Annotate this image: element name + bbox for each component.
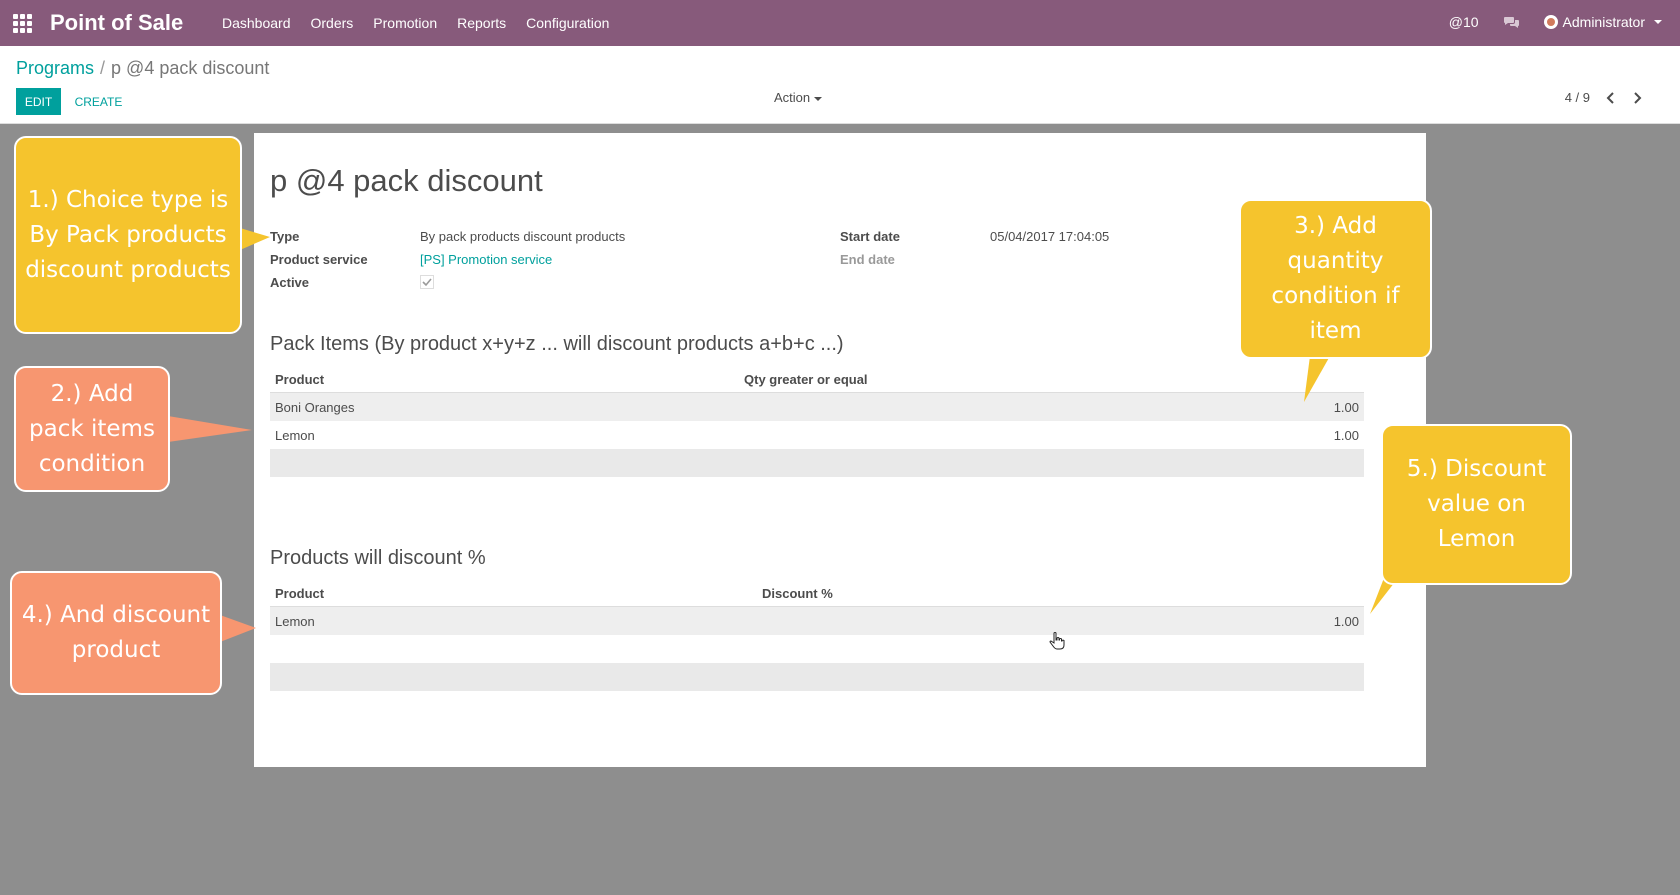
discount-products-table: Product Discount % Lemon 1.00 — [270, 579, 1364, 691]
callout-3-tail — [1304, 356, 1330, 402]
column-discount[interactable]: Discount % — [762, 586, 833, 601]
table-row[interactable]: Boni Oranges 1.00 — [270, 393, 1364, 421]
action-dropdown[interactable]: Action — [774, 90, 823, 105]
callout-2: 2.) Add pack items condition — [14, 366, 170, 492]
user-name: Administrator — [1562, 14, 1645, 30]
type-value[interactable]: By pack products discount products — [420, 229, 625, 244]
breadcrumb-programs-link[interactable]: Programs — [16, 58, 94, 78]
table-header: Product Discount % — [270, 579, 1364, 607]
systray: @10 Administrator — [1449, 14, 1662, 30]
callout-5: 5.) Discount value on Lemon — [1381, 424, 1572, 585]
start-date-value[interactable]: 05/04/2017 17:04:05 — [990, 229, 1109, 244]
top-navbar: Point of Sale Dashboard Orders Promotion… — [0, 0, 1680, 46]
callout-2-tail — [168, 416, 252, 442]
breadcrumb-current: p @4 pack discount — [111, 58, 270, 78]
product-service-link[interactable]: [PS] Promotion service — [420, 252, 552, 267]
menu-item-orders[interactable]: Orders — [311, 15, 354, 31]
end-date-label: End date — [840, 252, 895, 267]
product-service-label: Product service — [270, 252, 368, 267]
action-dropdown-label: Action — [774, 90, 811, 105]
mentions-counter[interactable]: @10 — [1449, 14, 1479, 30]
row-qty: 1.00 — [1333, 428, 1359, 443]
main-menu: Dashboard Orders Promotion Reports Confi… — [222, 15, 609, 31]
row-qty: 1.00 — [1333, 400, 1359, 415]
avatar — [1543, 15, 1558, 29]
column-product[interactable]: Product — [275, 372, 324, 387]
control-panel: Programs / p @4 pack discount EDIT CREATE … — [0, 46, 1680, 124]
pager-value: 4 / 9 — [1564, 90, 1590, 105]
chevron-down-icon — [814, 96, 823, 101]
edit-button[interactable]: EDIT — [16, 88, 61, 115]
table-row[interactable]: Lemon 1.00 — [270, 421, 1364, 449]
pack-items-table: Product Qty greater or equal Boni Orange… — [270, 365, 1364, 477]
chevron-down-icon — [1654, 20, 1662, 24]
app-brand: Point of Sale — [50, 10, 184, 35]
callout-1: 1.) Choice type is By Pack products disc… — [14, 136, 242, 334]
column-qty[interactable]: Qty greater or equal — [744, 372, 868, 387]
start-date-label: Start date — [840, 229, 900, 244]
apps-grid-icon[interactable] — [13, 14, 32, 33]
active-checkbox[interactable] — [420, 275, 434, 289]
row-discount: 1.00 — [1333, 614, 1359, 629]
callout-4-tail — [220, 615, 256, 642]
active-label: Active — [270, 275, 310, 290]
create-button[interactable]: CREATE — [71, 88, 126, 115]
column-product[interactable]: Product — [275, 586, 324, 601]
row-product: Boni Oranges — [275, 400, 355, 415]
record-title: p @4 pack discount — [270, 163, 543, 198]
table-row-blank — [270, 635, 1364, 663]
callout-1-tail — [240, 228, 270, 250]
chevron-left-icon[interactable] — [1606, 91, 1616, 104]
chat-icon[interactable] — [1503, 16, 1520, 29]
discount-products-title: Products will discount % — [270, 547, 486, 569]
menu-item-reports[interactable]: Reports — [457, 15, 506, 31]
type-label: Type — [270, 229, 300, 244]
callout-3: 3.) Add quantity condition if item — [1239, 199, 1432, 359]
hand-cursor-icon — [1049, 632, 1065, 650]
row-product: Lemon — [275, 614, 315, 629]
breadcrumb: Programs / p @4 pack discount — [16, 58, 269, 79]
row-product: Lemon — [275, 428, 315, 443]
table-empty-row — [270, 663, 1364, 691]
user-menu[interactable]: Administrator — [1543, 14, 1662, 30]
menu-item-dashboard[interactable]: Dashboard — [222, 15, 291, 31]
pack-items-title: Pack Items (By product x+y+z ... will di… — [270, 333, 844, 355]
table-row[interactable]: Lemon 1.00 — [270, 607, 1364, 635]
pager: 4 / 9 — [1565, 90, 1642, 105]
menu-item-configuration[interactable]: Configuration — [526, 15, 609, 31]
callout-4: 4.) And discount product — [10, 571, 222, 695]
menu-item-promotion[interactable]: Promotion — [373, 15, 437, 31]
table-header: Product Qty greater or equal — [270, 365, 1364, 393]
table-empty-row — [270, 449, 1364, 477]
chevron-right-icon[interactable] — [1632, 91, 1642, 104]
breadcrumb-separator: / — [100, 58, 106, 78]
